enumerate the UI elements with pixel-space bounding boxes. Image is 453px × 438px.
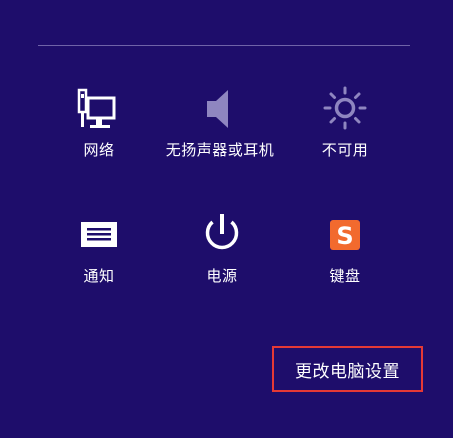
network-icon <box>69 86 129 134</box>
network-tile[interactable]: 网络 <box>44 86 154 161</box>
power-tile[interactable]: 电源 <box>167 212 277 287</box>
keyboard-label: 键盘 <box>329 267 361 285</box>
keyboard-sogou-icon: S <box>315 212 375 260</box>
notifications-label: 通知 <box>83 267 115 285</box>
notification-icon <box>69 212 129 260</box>
keyboard-tile[interactable]: S 键盘 <box>290 212 400 287</box>
notifications-tile[interactable]: 通知 <box>44 212 154 287</box>
charms-divider <box>38 45 410 46</box>
power-label: 电源 <box>206 267 238 285</box>
brightness-label: 不可用 <box>321 141 369 159</box>
change-pc-settings-label: 更改电脑设置 <box>295 361 400 382</box>
speaker-icon <box>190 86 250 134</box>
brightness-tile[interactable]: 不可用 <box>290 86 400 161</box>
power-icon <box>192 212 252 260</box>
brightness-icon <box>315 86 375 134</box>
network-label: 网络 <box>83 141 115 159</box>
volume-label: 无扬声器或耳机 <box>165 141 275 159</box>
svg-text:S: S <box>336 222 353 250</box>
change-pc-settings-link[interactable]: 更改电脑设置 <box>272 346 423 392</box>
volume-tile[interactable]: 无扬声器或耳机 <box>165 86 275 161</box>
